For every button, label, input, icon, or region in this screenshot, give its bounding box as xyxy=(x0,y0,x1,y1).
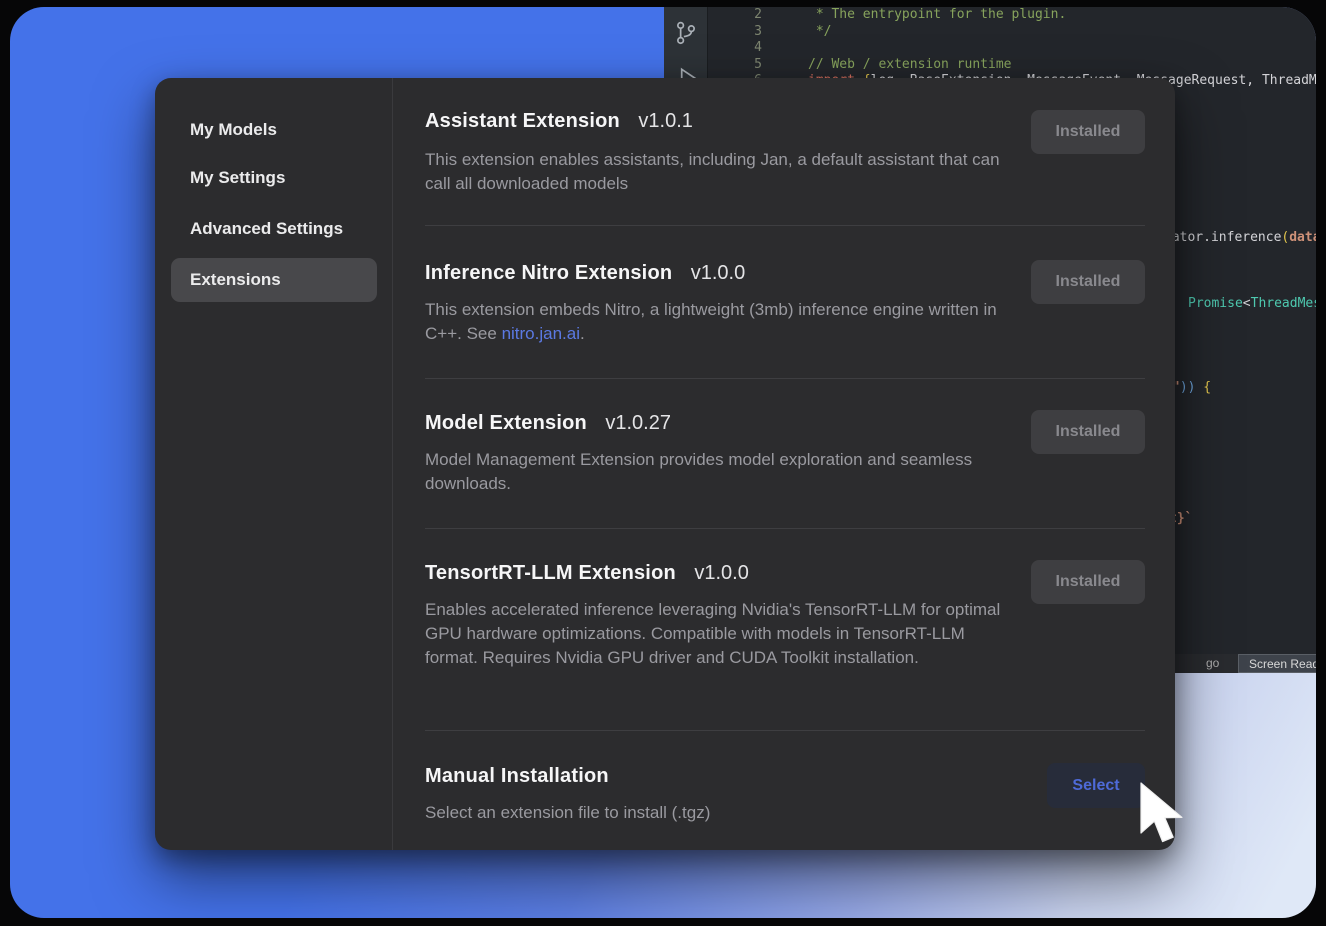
manual-installation-description: Select an extension file to install (.tg… xyxy=(425,801,1005,825)
extension-description: This extension embeds Nitro, a lightweig… xyxy=(425,298,1005,346)
settings-sidebar: My Models My Settings Advanced Settings … xyxy=(155,78,393,850)
divider xyxy=(425,225,1145,226)
mouse-cursor-icon xyxy=(1134,780,1186,850)
installed-button[interactable]: Installed xyxy=(1031,260,1145,304)
code-line: 5 // Web / extension runtime xyxy=(708,57,1316,74)
manual-installation-title: Manual Installation xyxy=(425,765,609,787)
sidebar-item-extensions[interactable]: Extensions xyxy=(171,258,377,302)
extension-version: v1.0.1 xyxy=(638,110,692,132)
extensions-list: Assistant Extension v1.0.1 This extensio… xyxy=(393,78,1175,850)
extension-title-row: Model Extension v1.0.27 xyxy=(425,412,671,435)
installed-button[interactable]: Installed xyxy=(1031,110,1145,154)
description-text: . xyxy=(580,324,585,343)
code-token: < xyxy=(1243,296,1251,311)
line-number: 5 xyxy=(722,57,762,74)
extension-description: Enables accelerated inference leveraging… xyxy=(425,598,1005,670)
screen-reader-status[interactable]: Screen Reader Optimized xyxy=(1238,654,1316,673)
extension-title: TensortRT-LLM Extension xyxy=(425,562,676,584)
code-line: 2 * The entrypoint for the plugin. xyxy=(708,7,1316,24)
code-line: 3 */ xyxy=(708,24,1316,41)
extension-title: Model Extension xyxy=(425,412,587,434)
extension-version: v1.0.27 xyxy=(605,412,671,434)
settings-modal: My Models My Settings Advanced Settings … xyxy=(155,78,1175,850)
sidebar-item-my-models[interactable]: My Models xyxy=(171,108,377,152)
sidebar-item-advanced-settings[interactable]: Advanced Settings xyxy=(171,207,377,251)
divider xyxy=(425,730,1145,731)
code-token: rator.inference xyxy=(1164,230,1281,245)
extension-description: This extension enables assistants, inclu… xyxy=(425,148,1005,196)
line-number: 4 xyxy=(722,40,762,57)
extension-version: v1.0.0 xyxy=(694,562,748,584)
select-button[interactable]: Select xyxy=(1047,763,1145,808)
code-token: data xyxy=(1289,230,1316,245)
extension-title: Assistant Extension xyxy=(425,110,620,132)
code-token: { xyxy=(1195,380,1211,395)
code-token: */ xyxy=(808,24,831,39)
code-token: Promise xyxy=(1188,296,1243,311)
code-text: */ xyxy=(808,24,831,41)
status-bar-text: go xyxy=(1206,656,1219,670)
extension-title-row: TensortRT-LLM Extension v1.0.0 xyxy=(425,562,749,585)
line-number: 3 xyxy=(722,24,762,41)
sidebar-item-my-settings[interactable]: My Settings xyxy=(171,156,377,200)
code-token: // Web / extension runtime xyxy=(808,57,1012,72)
extension-version: v1.0.0 xyxy=(691,262,745,284)
manual-installation-title-row: Manual Installation xyxy=(425,765,609,788)
divider xyxy=(425,378,1145,379)
source-control-icon[interactable] xyxy=(673,19,699,54)
code-text: // Web / extension runtime xyxy=(808,57,1012,74)
app-screenshot-viewport: 2 * The entrypoint for the plugin.3 */45… xyxy=(10,7,1316,918)
code-token: * The entrypoint for the plugin. xyxy=(808,7,1066,22)
code-token: )) xyxy=(1180,380,1196,395)
extension-description: Model Management Extension provides mode… xyxy=(425,448,1005,496)
code-text: * The entrypoint for the plugin. xyxy=(808,7,1066,24)
extension-title: Inference Nitro Extension xyxy=(425,262,672,284)
divider xyxy=(425,528,1145,529)
code-line: 4 xyxy=(708,40,1316,57)
code-fragment: Promise<ThreadMessage> xyxy=(1188,296,1316,311)
code-fragment: ")) { xyxy=(1172,380,1211,395)
extension-title-row: Inference Nitro Extension v1.0.0 xyxy=(425,262,745,285)
code-token: ThreadMessage xyxy=(1251,296,1316,311)
line-number: 2 xyxy=(722,7,762,24)
code-fragment: rator.inference(data)); xyxy=(1164,230,1316,245)
nitro-jan-ai-link[interactable]: nitro.jan.ai xyxy=(502,324,580,343)
installed-button[interactable]: Installed xyxy=(1031,410,1145,454)
extension-title-row: Assistant Extension v1.0.1 xyxy=(425,110,693,133)
installed-button[interactable]: Installed xyxy=(1031,560,1145,604)
